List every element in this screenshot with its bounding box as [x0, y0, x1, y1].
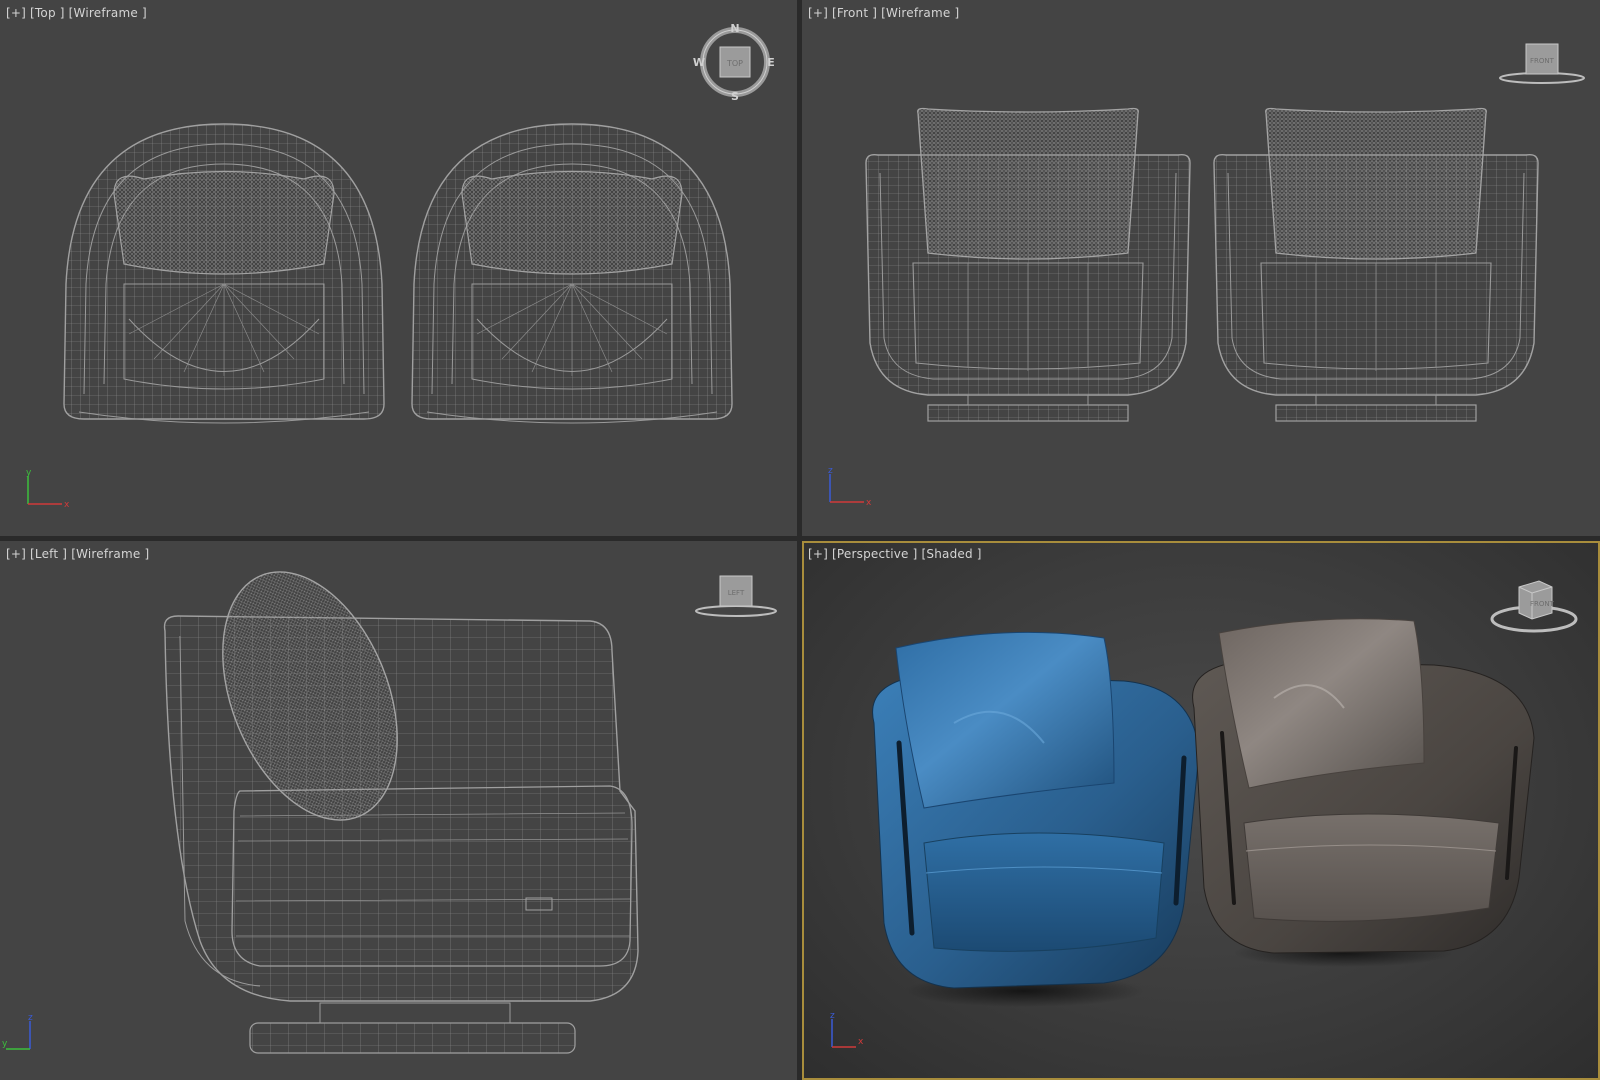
- viewport-label-left[interactable]: [+] [Left ] [Wireframe ]: [6, 547, 153, 561]
- axis-label-x: x: [858, 1037, 864, 1047]
- viewcube-icon: FRONT: [1490, 580, 1578, 633]
- viewport-view-front[interactable]: [Front ]: [832, 6, 877, 20]
- viewcube-face-top: TOP: [726, 59, 743, 68]
- viewport-view-top[interactable]: [Top ]: [30, 6, 65, 20]
- viewcube-face-perspective: FRONT: [1530, 600, 1555, 608]
- axis-tripod-icon: z x: [830, 1011, 864, 1048]
- viewport-top[interactable]: [+] [Top ] [Wireframe ] TOP N S E W y x: [0, 0, 797, 536]
- axis-tripod-left: z y: [2, 1013, 62, 1053]
- axis-label-y: y: [26, 468, 32, 478]
- viewport-mode-perspective[interactable]: [Shaded ]: [922, 547, 982, 561]
- axis-tripod-icon: z x: [828, 466, 872, 506]
- viewport-mode-front[interactable]: [Wireframe ]: [881, 6, 959, 20]
- axis-label-x: x: [866, 498, 872, 506]
- viewport-menu-top[interactable]: [+]: [6, 6, 26, 20]
- viewcube-icon: FRONT: [1499, 43, 1585, 84]
- top-wireframe-scene: [63, 123, 733, 424]
- axis-tripod-perspective: z x: [822, 1011, 882, 1051]
- axis-label-x: x: [64, 500, 70, 508]
- viewcube-icon: LEFT: [695, 575, 777, 617]
- compass-s: S: [731, 90, 739, 103]
- viewcube-perspective[interactable]: FRONT: [1484, 573, 1584, 643]
- viewport-mode-left[interactable]: [Wireframe ]: [71, 547, 149, 561]
- viewport-view-perspective[interactable]: [Perspective ]: [832, 547, 917, 561]
- axis-label-z: z: [830, 1011, 835, 1021]
- axis-tripod-icon: z y: [2, 1013, 33, 1050]
- viewport-menu-left[interactable]: [+]: [6, 547, 26, 561]
- axis-tripod-top: y x: [18, 468, 78, 508]
- viewport-grid: [+] [Top ] [Wireframe ] TOP N S E W y x …: [0, 0, 1600, 1080]
- viewport-label-front[interactable]: [+] [Front ] [Wireframe ]: [808, 6, 963, 20]
- compass-n: N: [730, 22, 739, 35]
- compass-ring-icon: TOP N S E W: [693, 22, 775, 103]
- chair-gray: [1192, 618, 1535, 954]
- front-wireframe-scene: [865, 107, 1539, 422]
- perspective-shaded-scene: [872, 618, 1535, 1007]
- viewport-view-left[interactable]: [Left ]: [30, 547, 67, 561]
- axis-tripod-icon: y x: [26, 468, 70, 508]
- viewport-front[interactable]: [+] [Front ] [Wireframe ] FRONT z x: [802, 0, 1600, 536]
- viewcube-face-front: FRONT: [1530, 57, 1555, 65]
- viewport-perspective[interactable]: [+] [Perspective ] [Shaded ] FRONT z x: [802, 541, 1600, 1080]
- viewcube-top[interactable]: TOP N S E W: [690, 20, 780, 110]
- axis-label-y: y: [2, 1039, 8, 1049]
- left-wireframe-scene: [163, 571, 639, 1054]
- viewport-label-top[interactable]: [+] [Top ] [Wireframe ]: [6, 6, 151, 20]
- compass-e: E: [767, 56, 775, 69]
- viewcube-face-left: LEFT: [728, 589, 745, 597]
- axis-label-z: z: [28, 1013, 33, 1023]
- axis-label-z: z: [828, 466, 833, 476]
- viewport-label-perspective[interactable]: [+] [Perspective ] [Shaded ]: [808, 547, 986, 561]
- chair-blue: [872, 631, 1200, 989]
- axis-tripod-front: z x: [820, 466, 880, 506]
- viewport-mode-top[interactable]: [Wireframe ]: [69, 6, 147, 20]
- viewport-menu-front[interactable]: [+]: [808, 6, 828, 20]
- viewcube-front[interactable]: FRONT: [1492, 40, 1592, 90]
- viewport-left[interactable]: [+] [Left ] [Wireframe ] LEFT z y: [0, 541, 797, 1080]
- compass-w: W: [693, 56, 705, 69]
- viewport-menu-perspective[interactable]: [+]: [808, 547, 828, 561]
- viewcube-left[interactable]: LEFT: [690, 571, 790, 621]
